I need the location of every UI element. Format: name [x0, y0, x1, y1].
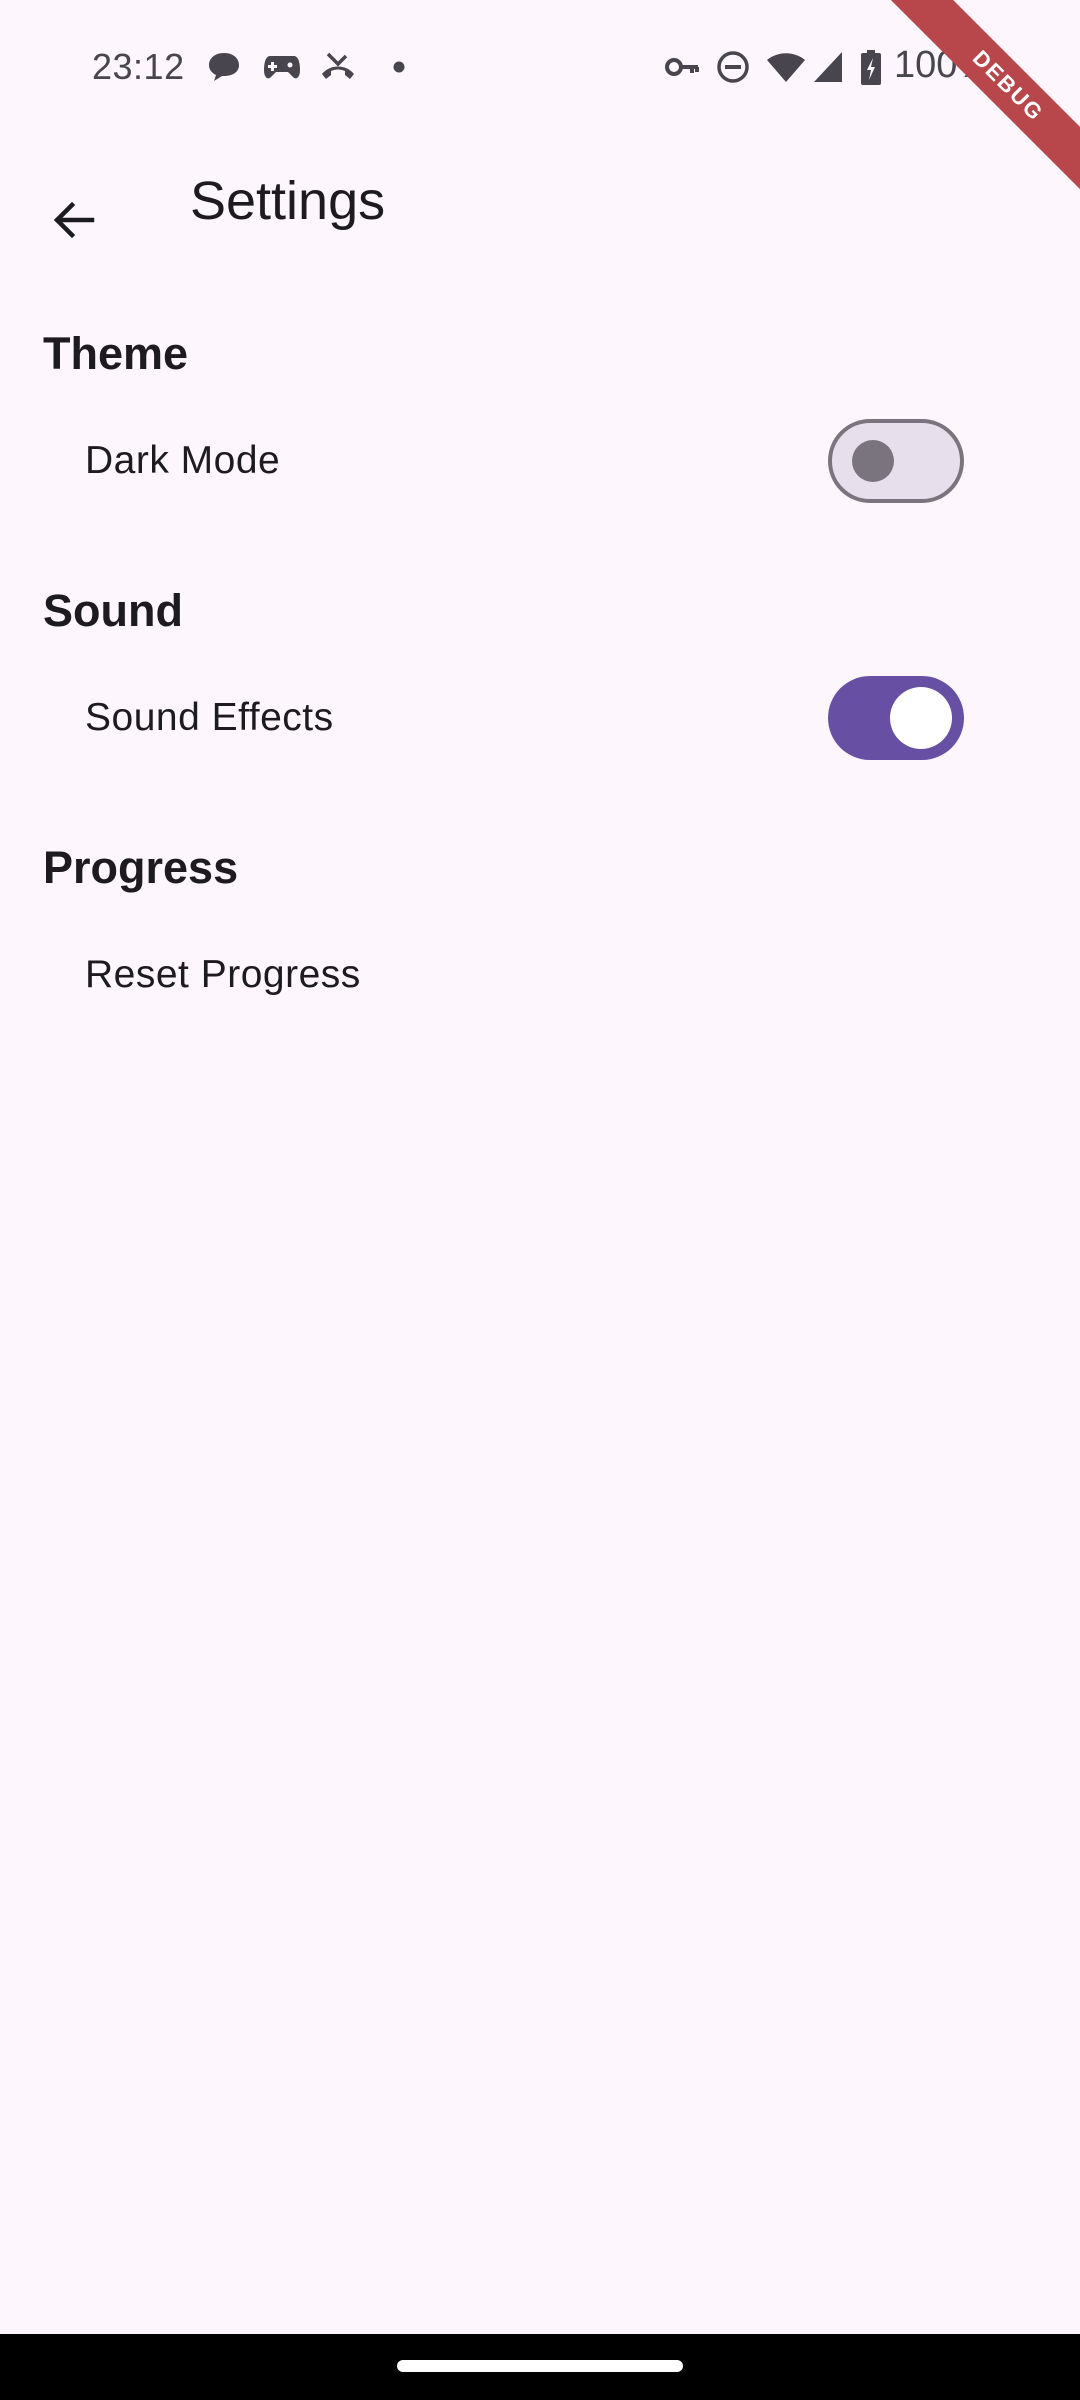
chat-bubble-icon	[206, 50, 242, 84]
setting-row-dark-mode[interactable]: Dark Mode	[0, 399, 1080, 527]
status-time: 23:12	[92, 46, 185, 87]
setting-row-sound-effects[interactable]: Sound Effects	[0, 656, 1080, 784]
setting-label-reset-progress: Reset Progress	[85, 953, 361, 996]
section-heading-progress: Progress	[43, 842, 239, 893]
arrow-back-icon	[50, 196, 98, 249]
settings-screen: 23:12 100% DEBUG Settings Theme Dark Mod…	[0, 0, 1080, 2400]
setting-label-sound-effects: Sound Effects	[85, 696, 334, 739]
dark-mode-switch[interactable]	[828, 419, 964, 503]
missed-call-icon	[318, 50, 358, 84]
page-title: Settings	[190, 171, 386, 231]
section-heading-sound: Sound	[43, 585, 183, 636]
section-heading-theme: Theme	[43, 328, 189, 379]
dot-icon	[392, 50, 406, 84]
home-indicator[interactable]	[397, 2360, 683, 2372]
game-controller-icon	[262, 50, 302, 84]
setting-label-dark-mode: Dark Mode	[85, 439, 281, 482]
reset-progress-button[interactable]: Reset Progress	[0, 913, 1080, 1041]
cell-signal-icon	[812, 50, 844, 84]
switch-thumb	[852, 440, 894, 482]
system-nav-bar	[0, 2334, 1080, 2400]
back-button[interactable]	[28, 176, 120, 268]
app-bar: Settings	[0, 132, 1080, 278]
switch-thumb	[890, 687, 952, 749]
wifi-icon	[766, 50, 806, 84]
do-not-disturb-icon	[716, 50, 750, 84]
vpn-key-icon	[664, 50, 700, 84]
sound-effects-switch[interactable]	[828, 676, 964, 760]
battery-charging-icon	[860, 50, 882, 85]
